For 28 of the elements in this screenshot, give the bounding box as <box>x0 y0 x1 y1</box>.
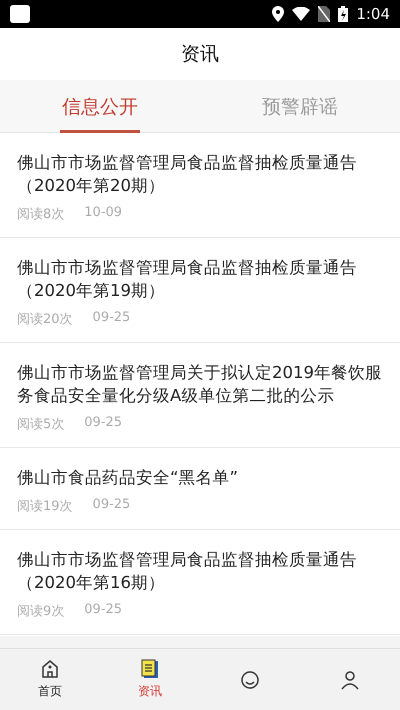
no-sim-icon <box>318 6 330 22</box>
article-title[interactable]: 佛山市市场监督管理局食品监督抽检质量通告（2020年第20期） <box>17 151 388 197</box>
nav-item[interactable]: 首页 <box>0 649 100 710</box>
wifi-icon <box>292 7 310 21</box>
article-title[interactable]: 佛山市市场监督管理局食品监督抽检质量通告（2020年第19期） <box>17 256 388 302</box>
person-icon <box>340 670 360 690</box>
article-title[interactable]: 佛山市市场监督管理局关于拟认定2019年餐饮服务食品安全量化分级A级单位第二批的公示 <box>17 361 388 407</box>
app-icon <box>10 5 30 23</box>
news-icon <box>140 659 160 679</box>
article-date: 09-25 <box>92 310 130 327</box>
article-title[interactable]: 佛山市食品药品安全“黑名单” <box>17 466 388 489</box>
face-icon <box>240 670 260 690</box>
page-title: 资讯 <box>181 42 219 67</box>
read-count: 阅读19次 <box>17 498 73 515</box>
read-count: 阅读5次 <box>17 416 64 433</box>
read-count: 阅读9次 <box>17 603 64 620</box>
location-icon <box>272 6 284 22</box>
article-date: 10-09 <box>84 205 122 222</box>
article-title[interactable]: 佛山市市场监督管理局食品监督抽检质量通告（2020年第16期） <box>17 548 388 594</box>
status-time: 1:04 <box>356 5 390 23</box>
article-date: 09-25 <box>84 415 122 432</box>
nav-item[interactable]: 资讯 <box>100 649 200 710</box>
read-count: 阅读8次 <box>17 206 64 223</box>
read-count: 阅读20次 <box>17 311 73 328</box>
battery-icon <box>338 6 348 22</box>
article-date: 09-25 <box>84 602 122 619</box>
article-date: 09-25 <box>92 497 130 514</box>
home-icon <box>40 659 60 679</box>
